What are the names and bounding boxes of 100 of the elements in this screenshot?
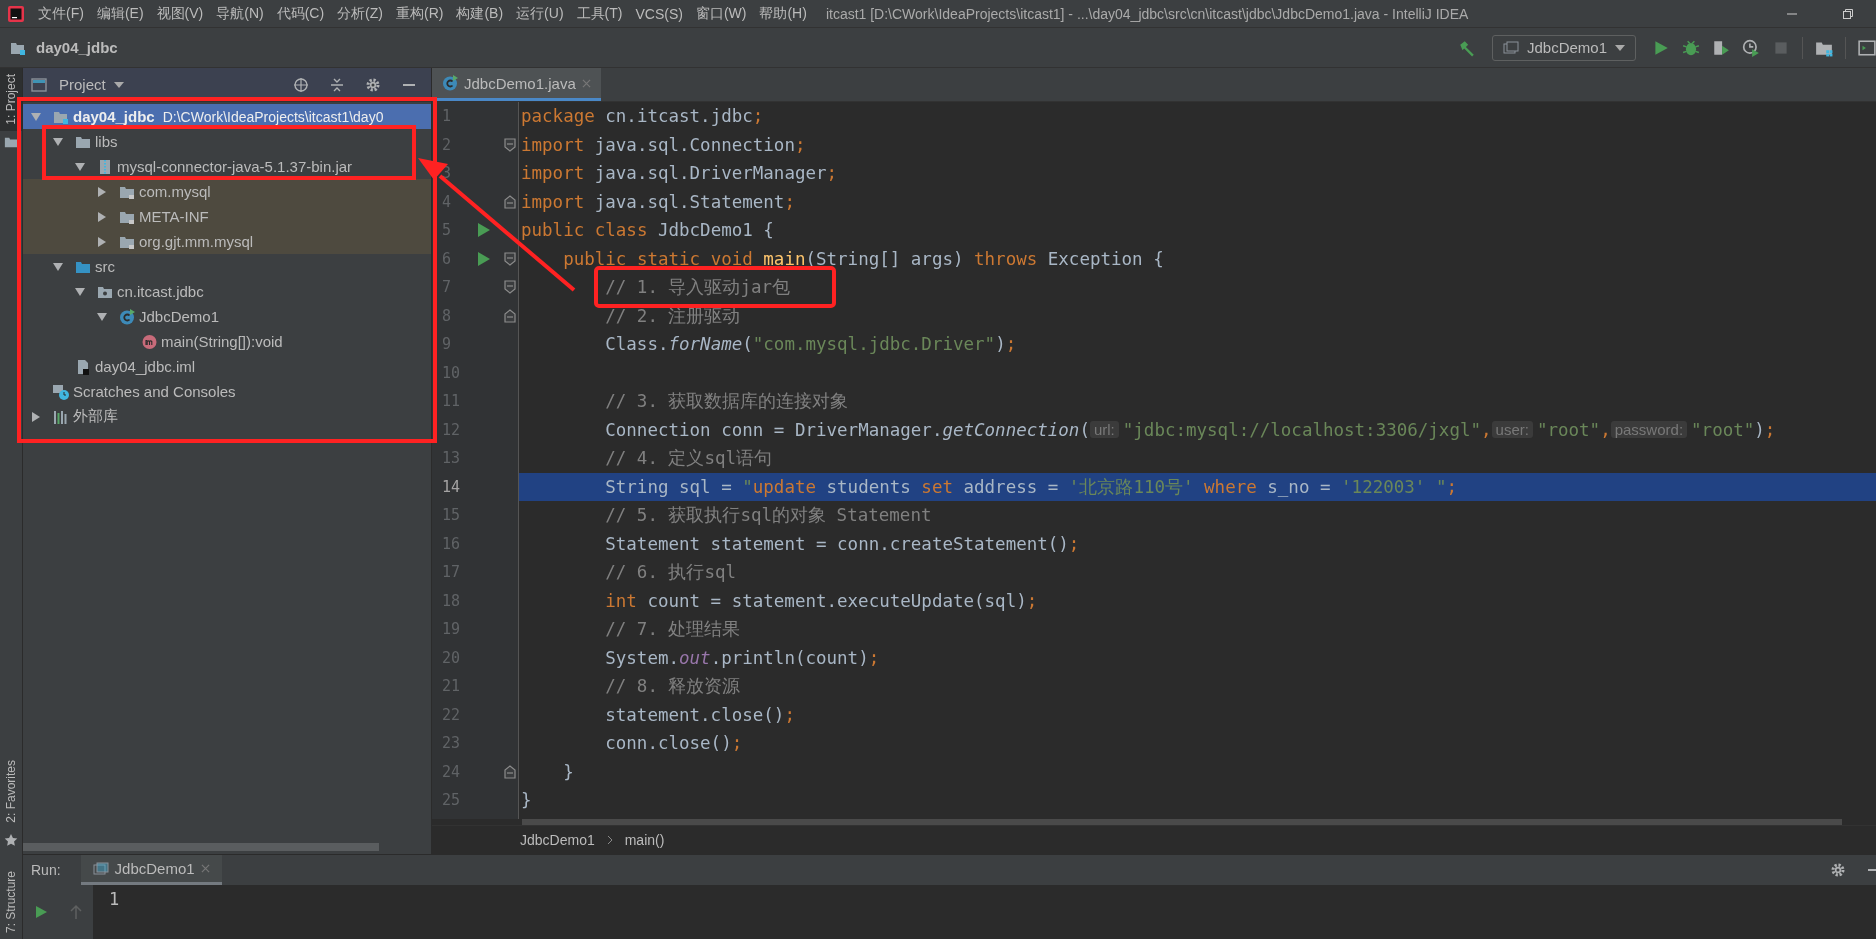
expand-arrow-icon[interactable] (75, 161, 85, 172)
code-punctuation: ; (752, 106, 764, 127)
code-punctuation: ; (1764, 419, 1776, 440)
caret-icon[interactable] (113, 81, 124, 88)
run-configuration-dropdown[interactable]: JdbcDemo1 (1491, 34, 1636, 61)
fold-icon[interactable] (504, 251, 516, 266)
class-icon (119, 308, 135, 325)
tree-item[interactable]: META-INF (23, 204, 431, 229)
fold-icon[interactable] (504, 280, 516, 295)
breadcrumb-item[interactable]: main() (624, 832, 665, 848)
code-text: JdbcDemo1 { (657, 220, 774, 241)
menu-item[interactable]: 工具(T) (576, 4, 623, 23)
code-method: main (763, 248, 806, 269)
settings-icon[interactable] (1830, 862, 1846, 878)
run-icon[interactable] (478, 251, 490, 266)
code-field: out (679, 647, 711, 668)
menu-item[interactable]: 编辑(E) (96, 4, 144, 23)
code-keyword: update (752, 476, 816, 497)
code-keyword: set (921, 476, 953, 497)
scrollbar[interactable] (23, 843, 379, 851)
menu-item[interactable]: 文件(F) (38, 4, 84, 23)
tool-window-tab[interactable]: 2: Favorites (0, 754, 22, 829)
scrollbar[interactable] (522, 818, 1842, 826)
code-text: students (826, 476, 912, 497)
menu-item[interactable]: 代码(C) (276, 4, 325, 23)
run-tab[interactable]: JdbcDemo1 (80, 855, 222, 885)
expand-arrow-icon[interactable] (97, 236, 107, 247)
expand-arrow-icon[interactable] (31, 111, 41, 122)
fold-icon[interactable] (504, 308, 516, 323)
app-logo-icon (8, 5, 24, 22)
code-text: Exception { (1047, 248, 1164, 269)
code-text: java.sql.Statement (594, 191, 785, 212)
menu-item[interactable]: 运行(U) (516, 4, 564, 23)
project-name[interactable]: day04_jdbc (36, 39, 118, 56)
fold-icon[interactable] (504, 764, 516, 779)
settings-icon[interactable] (365, 76, 381, 93)
code-method: forName (668, 334, 743, 355)
fold-icon[interactable] (504, 194, 516, 209)
coverage-icon[interactable] (1712, 38, 1730, 57)
tree-item[interactable]: mysql-connector-java-5.1.37-bin.jar (23, 154, 431, 179)
panel-title[interactable]: Project (59, 76, 106, 93)
tree-item[interactable]: src (23, 254, 431, 279)
archive-icon (97, 158, 113, 175)
run-icon[interactable] (1652, 38, 1670, 57)
expand-arrow-icon[interactable] (97, 186, 107, 197)
expand-arrow-icon[interactable] (97, 311, 107, 322)
code-text: ) (1754, 419, 1765, 440)
run-icon[interactable] (478, 223, 490, 238)
code-text: String sql = (605, 476, 733, 497)
menu-item[interactable]: VCS(S) (635, 5, 683, 22)
code-text: ( (742, 334, 753, 355)
code-keyword: import (521, 134, 585, 155)
menu-item[interactable]: 导航(N) (216, 4, 264, 23)
menu-item[interactable]: 重构(R) (396, 4, 444, 23)
code-text: count = statement.executeUpdate(sql) (647, 590, 1027, 611)
fold-icon[interactable] (504, 137, 516, 152)
code-keyword: public class (521, 220, 648, 241)
tree-item[interactable]: libs (23, 129, 431, 154)
tree-item[interactable]: Scratches and Consoles (23, 379, 431, 404)
code-editor[interactable] (432, 102, 1876, 819)
tree-item[interactable]: main(String[]):void (23, 329, 431, 354)
code-string: "jdbc:mysql://localhost:3306/jxgl" (1122, 419, 1481, 440)
code-string: " (742, 476, 753, 497)
menu-item[interactable]: 帮助(H) (759, 4, 807, 23)
library-icon (53, 408, 69, 425)
tree-item[interactable]: day04_jdbc.iml (23, 354, 431, 379)
restore-icon[interactable] (1842, 7, 1854, 20)
expand-arrow-icon[interactable] (53, 136, 63, 147)
locate-icon[interactable] (293, 76, 309, 93)
collapse-icon[interactable] (329, 76, 345, 93)
menu-item[interactable]: 视图(V) (156, 4, 204, 23)
window-icon (1502, 39, 1519, 56)
tree-item[interactable]: org.gjt.mm.mysql (23, 229, 431, 254)
code-comment: // 5. 获取执行sql的对象 Statement (605, 504, 932, 528)
console-output: 1 (108, 888, 120, 911)
menu-item[interactable]: 窗口(W) (695, 4, 747, 23)
tool-window-tab[interactable]: 1: Project (0, 68, 22, 131)
bug-icon[interactable] (1682, 38, 1700, 57)
expand-arrow-icon[interactable] (97, 211, 107, 222)
editor-tab[interactable]: JdbcDemo1.java (432, 68, 601, 101)
code-text: .println(count) (710, 647, 869, 668)
scratches-icon (53, 383, 69, 400)
expand-arrow-icon[interactable] (75, 286, 85, 297)
menu-item[interactable]: 分析(Z) (337, 4, 383, 23)
tree-item[interactable]: 外部库 (23, 404, 431, 429)
tree-item[interactable]: JdbcDemo1 (23, 304, 431, 329)
terminal-icon[interactable] (1858, 38, 1876, 57)
profiler-icon[interactable] (1742, 38, 1760, 57)
code-text: Connection conn = DriverManager. (605, 419, 943, 440)
code-string: "root" (1691, 419, 1755, 440)
expand-arrow-icon[interactable] (31, 411, 41, 422)
expand-arrow-icon[interactable] (53, 261, 63, 272)
tree-item[interactable]: com.mysql (23, 179, 431, 204)
tree-item[interactable]: cn.itcast.jdbc (23, 279, 431, 304)
hammer-icon[interactable] (1457, 38, 1476, 57)
tool-window-tab[interactable]: 7: Structure (0, 864, 22, 939)
class-icon (442, 75, 458, 91)
star-icon (4, 832, 18, 847)
menu-item[interactable]: 构建(B) (456, 4, 504, 23)
breadcrumb-item[interactable]: JdbcDemo1 (520, 832, 595, 848)
